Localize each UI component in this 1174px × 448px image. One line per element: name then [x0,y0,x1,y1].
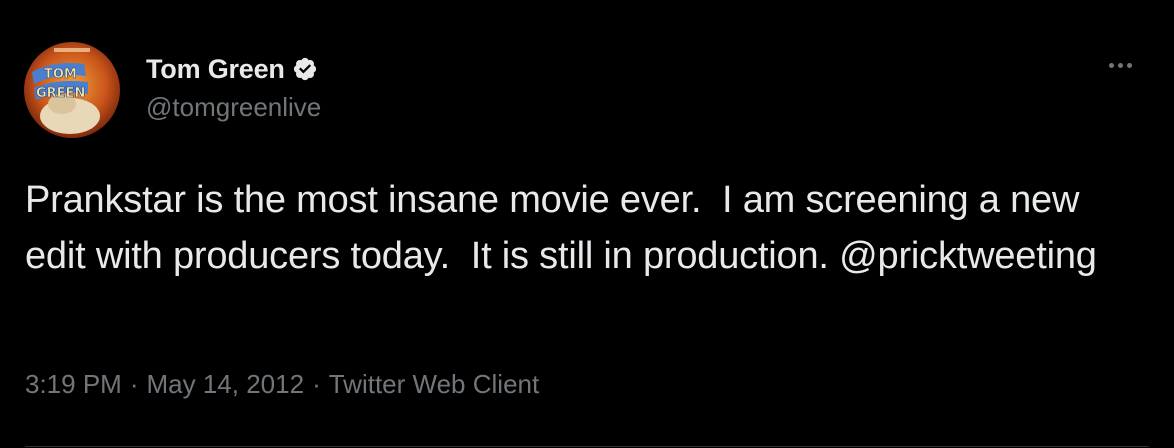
tweet-source[interactable]: Twitter Web Client [329,369,539,400]
tweet-text: Prankstar is the most insane movie ever.… [25,172,1150,284]
avatar[interactable]: TOM GREEN [24,42,120,138]
author-name-row: Tom Green [146,52,318,86]
mention-link[interactable]: @pricktweeting [839,235,1097,277]
tweet-date[interactable]: May 14, 2012 [147,369,305,400]
svg-text:GREEN: GREEN [36,86,85,101]
tweet-time[interactable]: 3:19 PM [25,369,122,400]
display-name[interactable]: Tom Green [146,54,285,85]
tweet-card: TOM GREEN Tom Green @tomgreenlive Pranks… [0,0,1174,448]
svg-text:TOM: TOM [44,67,77,82]
verified-badge-icon [292,56,318,82]
meta-separator: · [312,369,321,399]
more-options-icon[interactable] [1102,50,1138,80]
avatar-image: TOM GREEN [24,42,120,138]
divider [25,446,1149,447]
tweet-meta: 3:19 PM · May 14, 2012 · Twitter Web Cli… [25,369,539,400]
meta-separator: · [129,369,139,399]
author-handle[interactable]: @tomgreenlive [146,92,321,123]
